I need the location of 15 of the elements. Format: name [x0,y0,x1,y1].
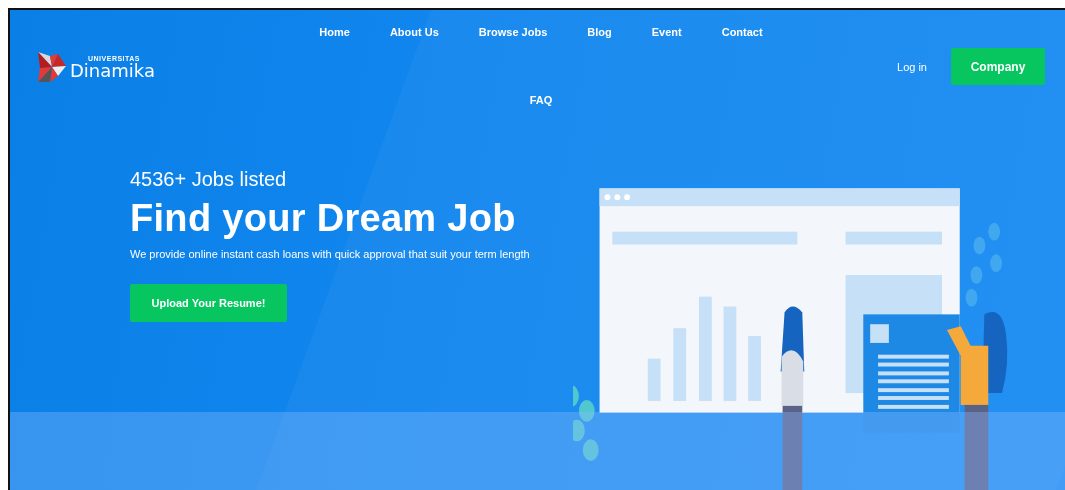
nav-link[interactable]: Browse Jobs [474,24,552,40]
nav-link[interactable]: Contact [717,24,767,40]
hero-title: Find your Dream Job [130,197,517,240]
login-link[interactable]: Log in [893,58,931,75]
upload-resume-button[interactable]: Upload Your Resume! [130,284,287,322]
jobs-count: 4536+ Jobs listed [130,168,288,191]
logo-wordmark: Dinamika [70,61,155,80]
nav-link[interactable]: FAQ [525,92,557,108]
nav-link[interactable]: Event [647,24,686,40]
nav-link[interactable]: Blog [583,24,616,40]
company-button[interactable]: Company [951,48,1045,85]
nav-link[interactable]: About Us [385,24,443,40]
hero-subtitle: We provide online instant cash loans with quick approval that suit your term length [130,248,531,260]
nav-link[interactable]: Home [315,24,354,40]
star-logo-icon [36,50,68,84]
